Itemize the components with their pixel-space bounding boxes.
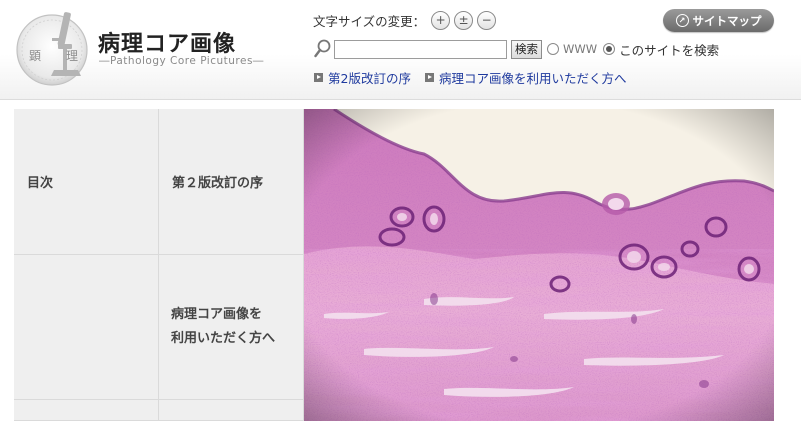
font-reset-button[interactable]: ± [454, 10, 474, 30]
font-decrease-button[interactable]: − [477, 10, 497, 30]
link-usage-label: 病理コア画像を利用いただく方へ [438, 71, 627, 86]
radio-www-label: WWW [563, 42, 598, 56]
font-increase-button[interactable]: + [431, 10, 451, 30]
nav-empty-cell [14, 255, 159, 400]
font-size-label: 文字サイズの変更： [313, 13, 426, 29]
seal-char-2: 理 [66, 49, 78, 63]
link-preface-label: 第2版改訂の序 [328, 71, 411, 86]
search-icon [314, 39, 331, 58]
external-link-icon: ↗ [675, 14, 689, 27]
link-usage[interactable]: 病理コア画像を利用いただく方へ [424, 68, 627, 87]
site-subtitle: ―Pathology Core Picutures― [99, 55, 264, 67]
radio-www[interactable] [547, 43, 559, 55]
link-preface[interactable]: 第2版改訂の序 [314, 68, 411, 87]
arrow-bullet-icon [314, 73, 323, 82]
nav-preface[interactable]: 第２版改訂の序 [159, 109, 304, 255]
histology-image [304, 109, 774, 421]
sitemap-label: サイトマップ [692, 13, 762, 28]
header-links: 第2版改訂の序 病理コア画像を利用いただく方へ [314, 68, 640, 87]
nav-toc[interactable]: 目次 [14, 109, 159, 255]
search-button[interactable]: 検索 [511, 39, 542, 59]
main-content: 目次 第２版改訂の序 病理コア画像を 利用いただく方へ [14, 109, 787, 421]
sitemap-button[interactable]: ↗ サイトマップ [663, 9, 774, 32]
search-bar: 検索 WWW このサイトを検索 [314, 38, 725, 60]
nav-usage[interactable]: 病理コア画像を 利用いただく方へ [159, 255, 304, 400]
font-size-controls: 文字サイズの変更： + ± − [313, 10, 497, 30]
radio-this-site-label: このサイトを検索 [619, 42, 720, 58]
site-header: 顕 理 病理コア画像 ―Pathology Core Picutures― 文字… [0, 0, 801, 100]
arrow-bullet-icon [424, 73, 434, 82]
seal-char-1: 顕 [29, 49, 41, 63]
nav-empty-cell [159, 400, 304, 421]
nav-grid: 目次 第２版改訂の序 病理コア画像を 利用いただく方へ [14, 109, 304, 421]
radio-this-site[interactable] [603, 43, 616, 55]
microscope-seal-logo[interactable]: 顕 理 [14, 8, 90, 88]
nav-empty-cell [14, 400, 159, 421]
site-title[interactable]: 病理コア画像 [98, 26, 236, 58]
search-input[interactable] [334, 39, 507, 59]
